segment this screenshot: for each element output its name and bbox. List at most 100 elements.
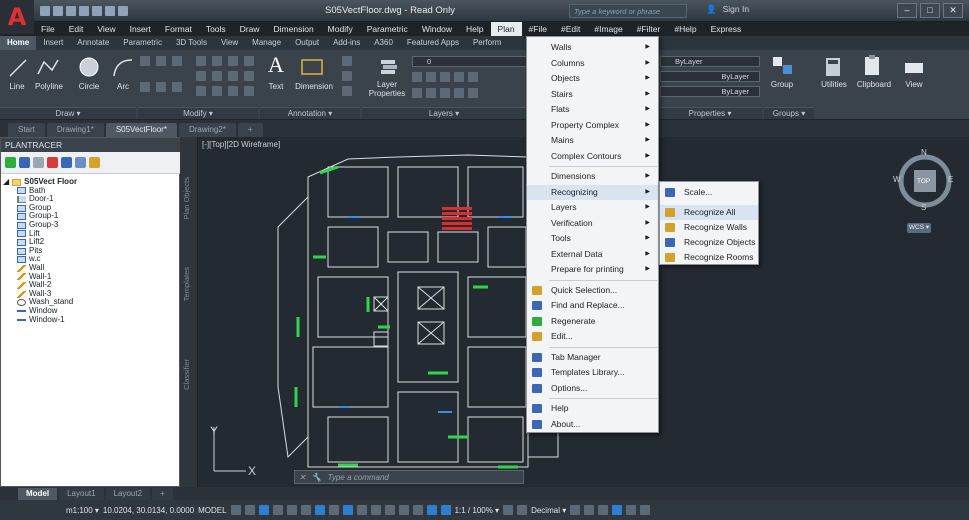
doc-tab-s05vectfloor[interactable]: S05VectFloor* [105,123,177,137]
command-line[interactable]: ✕ 🔧 Type a command [294,470,524,484]
layout-tab-item[interactable]: + [152,487,173,500]
doc-tab-start[interactable]: Start [8,123,45,137]
menu-draw[interactable]: Draw [233,22,267,36]
plan-menu-tools[interactable]: Tools ▶ [527,231,658,246]
selection-cycle-icon[interactable] [356,505,367,515]
menu-file[interactable]: #File [522,22,554,36]
grid-icon[interactable] [230,505,241,515]
boundary-icon[interactable] [140,82,150,92]
fillet-icon[interactable] [228,71,238,81]
submenu-recognize-walls[interactable]: Recognize Walls [660,220,758,235]
layer-isolate-icon[interactable] [426,72,436,82]
copy-icon[interactable] [196,71,206,81]
stretch-icon[interactable] [196,86,206,96]
region-icon[interactable] [156,82,166,92]
annotation-scale[interactable]: 1:1 / 100% ▾ [455,506,500,515]
plan-menu-property-complex[interactable]: Property Complex ▶ [527,118,658,133]
table-icon[interactable] [342,71,352,81]
doc-tab-drawing2[interactable]: Drawing2* [178,123,236,137]
layer-dropdown[interactable]: 0 [412,56,530,67]
polyline-button[interactable]: Polyline [32,82,66,91]
doc-tab-item[interactable]: + [237,123,263,137]
groups-panel-label[interactable]: Groups ▾ [764,107,814,119]
ellipse-icon[interactable] [172,82,182,92]
plan-menu-find-and-replace[interactable]: Find and Replace... [527,298,658,313]
plan-menu-tab-manager[interactable]: Tab Manager [527,350,658,365]
menu-window[interactable]: Window [415,22,459,36]
plot-icon[interactable] [92,6,102,16]
circle-button[interactable]: Circle [72,82,106,91]
plan-menu-columns[interactable]: Columns ▶ [527,56,658,71]
search-input[interactable]: Type a keyword or phrase [569,4,687,18]
hardware-acceleration-icon[interactable] [612,505,623,515]
layout-tab-layout2[interactable]: Layout2 [105,487,151,500]
tree-item-window-1[interactable]: Window-1 [3,315,179,325]
plan-menu-recognizing[interactable]: Recognizing ▶ [527,184,658,200]
plan-menu-quick-selection[interactable]: Quick Selection... [527,283,658,298]
polar-icon[interactable] [286,505,297,515]
markup-icon[interactable] [342,86,352,96]
mirror-icon[interactable] [212,71,222,81]
plan-menu-objects[interactable]: Objects ▶ [527,71,658,86]
ribbon-tab-view[interactable]: View [214,36,245,50]
layout-tab-model[interactable]: Model [18,487,58,500]
linetype-dropdown[interactable]: ByLayer [660,71,760,82]
new-icon[interactable] [40,6,50,16]
move-icon[interactable] [196,56,206,66]
ribbon-tab-insert[interactable]: Insert [36,36,70,50]
utilities-button[interactable]: Utilities [816,80,852,89]
submenu-recognize-objects[interactable]: Recognize Objects [660,235,758,250]
layer-off-icon[interactable] [412,72,422,82]
isolate-objects-icon[interactable] [598,505,609,515]
customization-icon[interactable] [640,505,651,515]
menu-insert[interactable]: Insert [123,22,158,36]
sign-in-label[interactable]: Sign In [723,4,749,15]
arc-button[interactable]: Arc [108,82,138,91]
save-template-icon[interactable] [19,157,30,168]
lineweight-icon[interactable] [328,505,339,515]
menu-plan[interactable]: Plan [490,22,522,36]
ribbon-tab-home[interactable]: Home [0,36,37,50]
plan-menu-edit[interactable]: Edit... [527,329,658,344]
viewcube-top-label[interactable]: TOP [917,178,930,185]
clean-screen-icon[interactable] [626,505,637,515]
layer-match-icon[interactable] [468,72,478,82]
layer-on-icon[interactable] [412,88,422,98]
wcs-menu[interactable]: WCS ▾ [907,223,931,233]
command-input[interactable]: Type a command [328,473,389,482]
hatch-icon[interactable] [156,56,166,66]
close-button[interactable]: ✕ [943,3,963,18]
model-space-button[interactable]: MODEL [198,506,226,515]
copy-template-icon[interactable] [33,157,44,168]
plan-menu-verification[interactable]: Verification ▶ [527,216,658,231]
plan-menu-help[interactable]: Help [527,401,658,416]
menu-modify[interactable]: Modify [321,22,360,36]
command-history-icon[interactable]: 🔧 [312,473,322,482]
units-dropdown[interactable]: Decimal ▾ [531,506,566,515]
scale-icon[interactable] [212,86,222,96]
plan-menu-templates-library[interactable]: Templates Library... [527,365,658,380]
clipboard-button[interactable]: Clipboard [854,80,894,89]
ribbon-tab-output[interactable]: Output [288,36,326,50]
plan-menu-complex-contours[interactable]: Complex Contours ▶ [527,149,658,164]
undo-icon[interactable] [105,6,115,16]
trim-icon[interactable] [228,56,238,66]
plan-menu-layers[interactable]: Layers ▶ [527,200,658,215]
quick-properties-icon[interactable] [570,505,581,515]
annotation-panel-label[interactable]: Annotation ▾ [260,107,360,119]
layer-thaw-icon[interactable] [426,88,436,98]
plan-scale[interactable]: m1:100 ▾ [66,506,99,515]
layer-walk-icon[interactable] [468,88,478,98]
layer-prev-icon[interactable] [454,88,464,98]
lineweight-dropdown[interactable]: ByLayer [660,86,760,97]
tab-classifier[interactable]: Classifier [182,359,191,390]
plan-menu-about[interactable]: About... [527,417,658,432]
ribbon-tab-annotate[interactable]: Annotate [70,36,116,50]
leader-icon[interactable] [342,56,352,66]
layer-freeze-icon[interactable] [440,72,450,82]
ribbon-tab-a360[interactable]: A360 [367,36,400,50]
plan-menu-options[interactable]: Options... [527,381,658,396]
gradient-icon[interactable] [172,56,182,66]
submenu-recognize-rooms[interactable]: Recognize Rooms [660,250,758,265]
layout-tab-layout1[interactable]: Layout1 [59,487,104,500]
